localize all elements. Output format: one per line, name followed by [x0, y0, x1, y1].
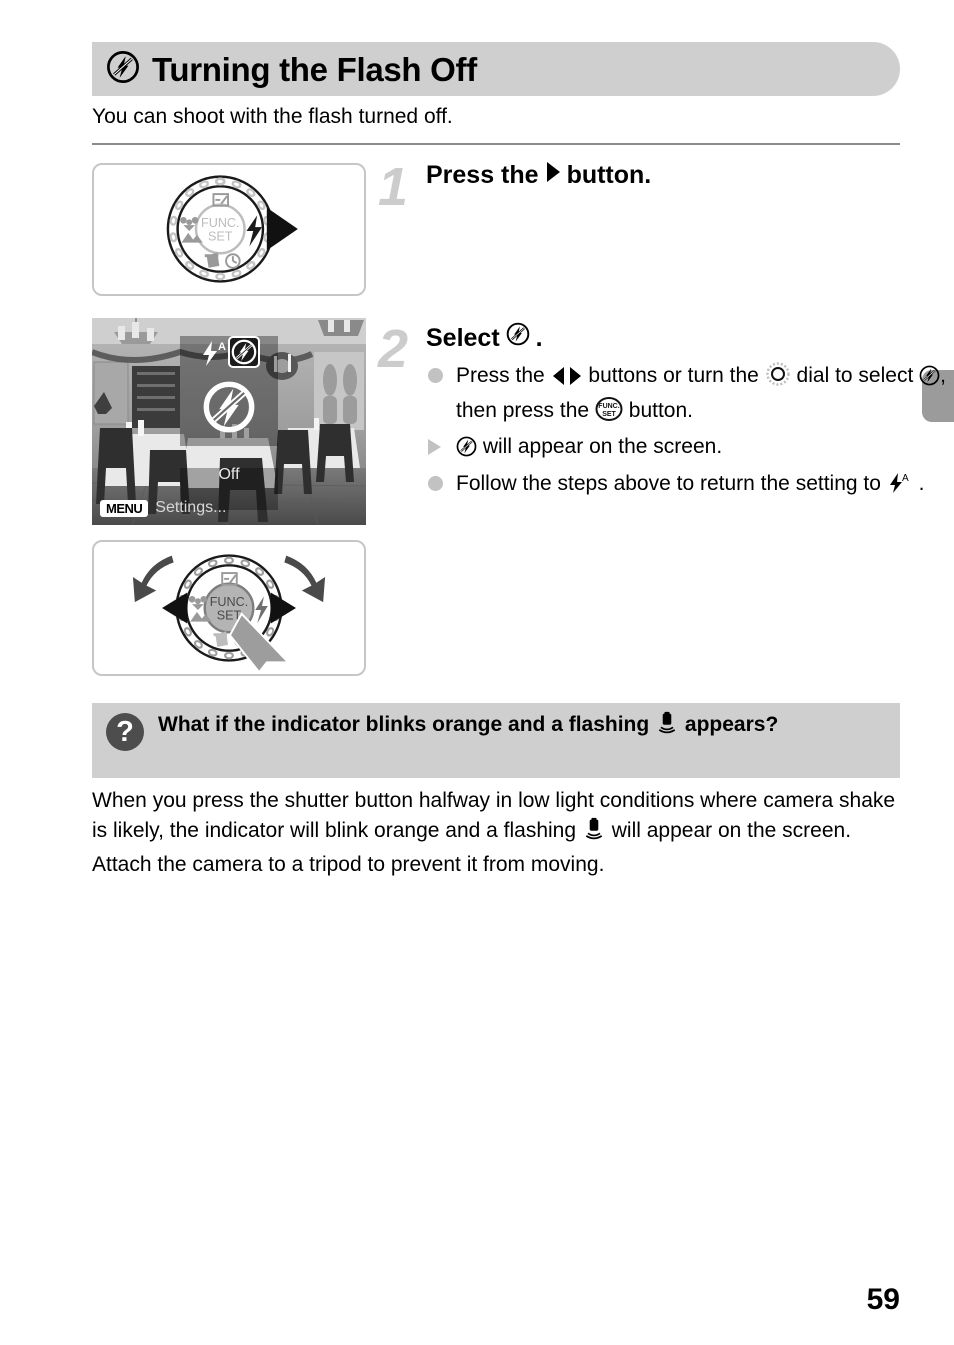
page-number: 59	[866, 1283, 900, 1316]
func-set-button-icon: FUNC. SET	[595, 396, 623, 430]
svg-text:A: A	[902, 473, 909, 484]
right-press-arrow-icon	[266, 207, 298, 251]
flash-auto-option[interactable]: A	[196, 338, 226, 373]
bullet-text-3a: Follow the steps above to return the set…	[456, 471, 881, 495]
step-1-heading-after: button.	[566, 161, 652, 189]
flash-off-icon	[106, 50, 140, 89]
bullet-text-1c: dial to select	[796, 364, 914, 388]
control-dial-icon	[765, 362, 791, 395]
bullet-will-appear: will appear on the screen.	[426, 432, 954, 466]
step-2-heading: Select .	[426, 322, 954, 354]
control-dial-turn-illustration: FUNC. SET	[132, 554, 326, 674]
flash-off-option-selected[interactable]	[228, 336, 260, 368]
bullet-text-3b: .	[918, 471, 925, 495]
step-2-heading-after: .	[535, 323, 543, 352]
left-press-arrow-icon	[162, 592, 188, 624]
step-2: 2 Select . Press the buttons or turn the…	[378, 322, 954, 505]
flash-off-icon	[506, 322, 530, 354]
menu-hint-label: Settings...	[155, 499, 227, 516]
func-set-label-line1: FUNC.	[210, 595, 249, 609]
right-arrow-button-icon	[545, 160, 561, 191]
menu-badge[interactable]: MENU	[100, 499, 149, 517]
camera-shake-warning-icon	[582, 817, 606, 850]
qa-body: When you press the shutter button halfwa…	[92, 786, 900, 879]
qa-title-after: appears?	[684, 713, 779, 736]
flash-auto-icon: A	[887, 472, 913, 503]
svg-text:SET: SET	[602, 411, 616, 418]
qa-title: What if the indicator blinks orange and …	[158, 711, 890, 744]
flash-mode-label: Off	[218, 466, 240, 483]
control-dial-illustration: FUNC. SET	[166, 175, 298, 283]
flash-off-icon	[919, 365, 940, 395]
question-mark-icon: ?	[106, 713, 144, 751]
camera-lcd-flash-menu: A Off MENU Settings...	[92, 318, 366, 525]
step-1-heading: Press the button.	[426, 160, 651, 191]
horizontal-rule	[92, 143, 900, 145]
rotate-left-arrow-icon	[132, 555, 174, 603]
figure-control-dial-turn-and-press: FUNC. SET	[92, 540, 366, 676]
step-2-bullets: Press the buttons or turn the dial to se…	[426, 361, 954, 503]
step-2-number: 2	[378, 319, 409, 379]
svg-text:FUNC.: FUNC.	[598, 403, 619, 410]
page-title: Turning the Flash Off	[152, 50, 477, 88]
bullet-text-1a: Press the	[456, 364, 545, 388]
bullet-triangle-marker	[428, 439, 441, 456]
intro-text: You can shoot with the flash turned off.	[92, 105, 453, 128]
func-set-label-line1: FUNC.	[201, 216, 239, 230]
bullet-text-2: will appear on the screen.	[482, 435, 723, 459]
left-right-buttons-icon	[551, 365, 583, 395]
func-set-label-line2: SET	[208, 230, 233, 244]
step-1-number: 1	[378, 157, 409, 217]
svg-text:A: A	[218, 341, 226, 353]
bullet-text-1b: buttons or turn the	[588, 364, 759, 388]
qa-title-before: What if the indicator blinks orange and …	[158, 713, 650, 736]
step-1: 1 Press the button.	[378, 160, 651, 214]
bullet-return-setting: Follow the steps above to return the set…	[426, 469, 954, 503]
step-1-heading-before: Press the	[426, 161, 539, 189]
section-header: Turning the Flash Off	[92, 42, 900, 96]
bullet-text-1e: button.	[628, 398, 694, 422]
flash-off-icon	[456, 436, 477, 466]
qa-callout: ? What if the indicator blinks orange an…	[92, 703, 900, 778]
figure-control-dial-right-press: FUNC. SET	[92, 163, 366, 296]
flash-off-large-icon	[202, 380, 256, 439]
step-2-heading-before: Select	[426, 323, 500, 352]
manual-page: Turning the Flash Off You can shoot with…	[0, 0, 954, 1345]
rotate-right-arrow-icon	[284, 555, 326, 603]
bullet-press-buttons: Press the buttons or turn the dial to se…	[426, 361, 954, 430]
bullet-dot-marker	[428, 368, 443, 384]
camera-shake-warning-icon	[655, 711, 679, 744]
menu-hint-row: MENU Settings...	[100, 499, 226, 517]
bullet-dot-marker	[428, 475, 443, 491]
right-press-arrow-icon	[270, 592, 296, 624]
